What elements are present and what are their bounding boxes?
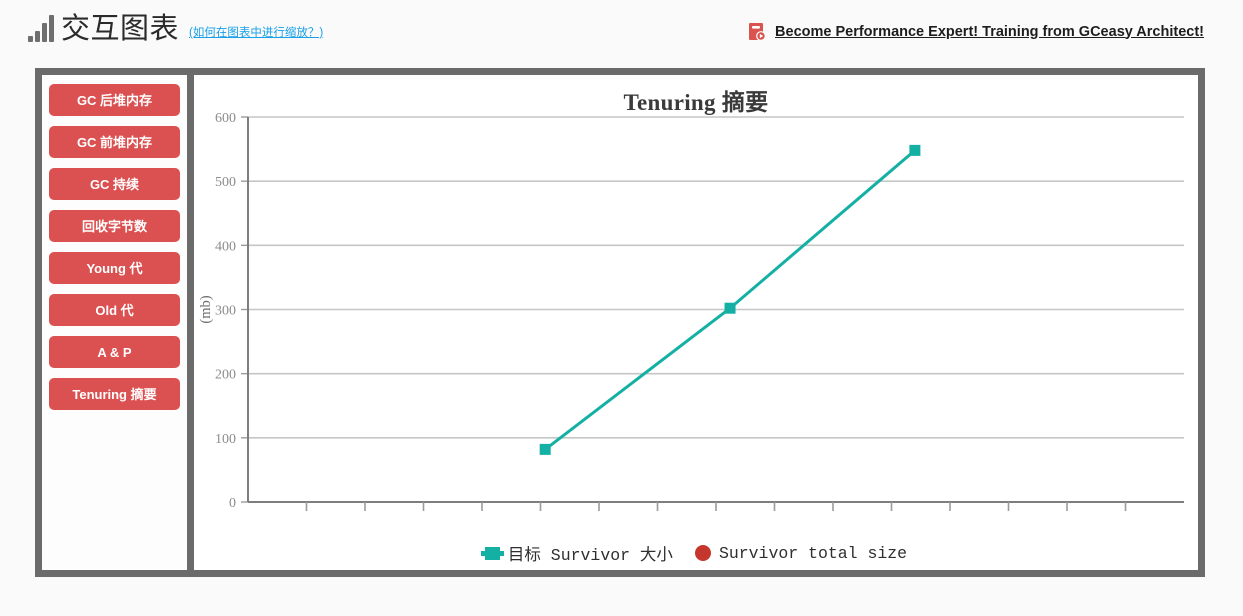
sidebar-item-old-gen[interactable]: Old 代: [49, 294, 180, 326]
chart-panel: GC 后堆内存 GC 前堆内存 GC 持续 回收字节数 Young 代 Old …: [35, 68, 1205, 577]
legend-item-target-survivor-size[interactable]: 目标 Survivor 大小: [480, 541, 673, 565]
chart-sidebar: GC 后堆内存 GC 前堆内存 GC 持续 回收字节数 Young 代 Old …: [42, 75, 194, 570]
promo-banner[interactable]: Become Performance Expert! Training from…: [749, 22, 1204, 41]
brand: 交互图表 (如何在图表中进行缩放？): [28, 12, 323, 44]
page-header: 交互图表 (如何在图表中进行缩放？) Become Performance Ex…: [0, 0, 1243, 58]
sidebar-item-gc-heap-after[interactable]: GC 后堆内存: [49, 84, 180, 116]
promo-link-text: Become Performance Expert! Training from…: [775, 23, 1204, 40]
legend-label-survivor-total-size: Survivor total size: [718, 543, 908, 563]
chart-legend: 目标 Survivor 大小 Survivor total size: [194, 541, 1198, 565]
svg-text:300: 300: [215, 304, 236, 319]
sidebar-item-gc-heap-before[interactable]: GC 前堆内存: [49, 126, 180, 158]
svg-text:100: 100: [215, 432, 236, 447]
svg-text:200: 200: [215, 368, 236, 383]
sidebar-item-tenuring-summary[interactable]: Tenuring 摘要: [49, 378, 180, 410]
legend-circle-icon: [694, 545, 711, 561]
chart-plot[interactable]: 0 100 200 300 400 500 600 (mb): [194, 75, 1198, 570]
legend-item-survivor-total-size[interactable]: Survivor total size: [694, 543, 908, 563]
chart-container: Tenuring 摘要 0 100 200 300 400 500 600 (mb) 目标 S…: [194, 75, 1198, 570]
sidebar-item-gc-duration[interactable]: GC 持续: [49, 168, 180, 200]
sidebar-item-a-and-p[interactable]: A & P: [49, 336, 180, 368]
legend-square-icon: [480, 546, 504, 560]
video-book-icon: [749, 22, 766, 41]
zoom-help-link[interactable]: (如何在图表中进行缩放？): [189, 24, 323, 44]
sidebar-item-young-gen[interactable]: Young 代: [49, 252, 180, 284]
page-title: 交互图表: [61, 13, 180, 45]
svg-text:0: 0: [229, 496, 236, 511]
svg-text:(mb): (mb): [198, 295, 214, 323]
svg-text:400: 400: [215, 239, 236, 254]
sidebar-item-reclaimed-bytes[interactable]: 回收字节数: [49, 210, 180, 242]
svg-text:500: 500: [215, 175, 236, 190]
svg-text:600: 600: [215, 111, 236, 126]
bar-chart-logo-icon: [28, 12, 54, 44]
legend-label-target-survivor-size: 目标 Survivor 大小: [507, 546, 673, 565]
